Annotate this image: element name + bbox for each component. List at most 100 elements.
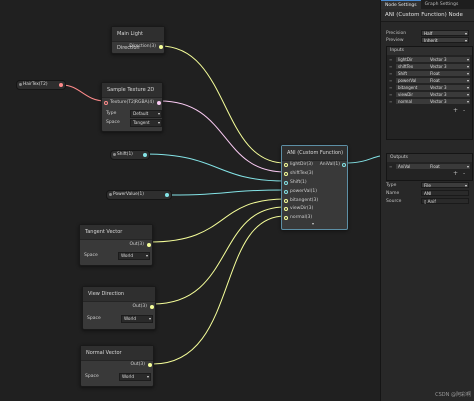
- hairtex-property-node[interactable]: HairTex(T2): [16, 80, 66, 90]
- input-type-dropdown[interactable]: Float ▾: [428, 78, 470, 83]
- precision-dropdown[interactable]: Half ▾: [421, 30, 469, 36]
- type-label: Type: [386, 183, 397, 188]
- output-port-label: Out(3): [129, 242, 144, 247]
- output-port[interactable]: [159, 45, 163, 49]
- input-port-texture[interactable]: [104, 101, 108, 105]
- output-port[interactable]: [147, 243, 151, 247]
- space-label: Space: [87, 316, 101, 321]
- output-port[interactable]: [165, 193, 169, 197]
- tangent-vector-node[interactable]: Tangent Vector Out(3) Space World ▾: [79, 224, 153, 266]
- remove-output-button[interactable]: -: [463, 170, 465, 177]
- input-type-value: Float: [430, 71, 440, 76]
- input-name-field[interactable]: powerVal: [396, 78, 428, 83]
- space-label: Space: [85, 374, 99, 379]
- wire-bitangent: [149, 198, 286, 243]
- view-direction-node[interactable]: View Direction Out(3) Space World ▾: [82, 286, 156, 330]
- graph-canvas[interactable]: Main Light Direction Direction(3) HairTe…: [0, 0, 380, 401]
- input-name-field[interactable]: lightDir: [396, 57, 428, 62]
- output-port-rgba[interactable]: [157, 101, 161, 105]
- node-title: Main Light Direction: [112, 27, 164, 51]
- list-item[interactable]: ≡ bitangent Vector 3 ▾: [387, 85, 472, 91]
- list-item[interactable]: ≡ shiftTex Vector 3 ▾: [387, 64, 472, 70]
- input-port-label: lightDir(3): [290, 162, 313, 167]
- space-dropdown[interactable]: World ▾: [119, 373, 151, 381]
- drag-handle-icon[interactable]: ≡: [389, 72, 392, 76]
- ani-custom-function-node[interactable]: ANI (Custom Function) lightDir(3) shiftT…: [281, 145, 348, 230]
- input-name-field[interactable]: viewDir: [396, 92, 428, 97]
- graph-inspector: Node Settings Graph Settings ANI (Custom…: [380, 0, 474, 401]
- input-port-shift[interactable]: [284, 181, 288, 185]
- input-port-bitangent[interactable]: [284, 199, 288, 203]
- output-port-label: Out(3): [130, 362, 145, 367]
- output-port-anival[interactable]: [342, 163, 346, 167]
- chevron-down-icon[interactable]: ▾: [312, 221, 314, 226]
- input-name-field[interactable]: Shift: [396, 71, 428, 76]
- sample-texture-2d-node[interactable]: Sample Texture 2D Texture(T2) RGBA(4) Ty…: [101, 82, 163, 132]
- space-dropdown[interactable]: World ▾: [118, 252, 150, 260]
- chevron-down-icon: ▾: [466, 99, 469, 104]
- type-dropdown[interactable]: Default ▾: [130, 110, 162, 118]
- output-name-field[interactable]: AniVal: [396, 164, 428, 169]
- property-dot: [113, 153, 116, 156]
- space-dropdown[interactable]: Tangent ▾: [130, 119, 162, 127]
- drag-handle-icon[interactable]: ≡: [389, 100, 392, 104]
- input-port-lightdir[interactable]: [284, 163, 288, 167]
- add-input-button[interactable]: +: [453, 107, 458, 114]
- input-type-value: Vector 3: [430, 99, 447, 104]
- output-port-label: Out(3): [132, 304, 147, 309]
- remove-input-button[interactable]: -: [463, 107, 465, 114]
- drag-handle-icon[interactable]: ≡: [389, 58, 392, 62]
- drag-handle-icon[interactable]: ≡: [389, 93, 392, 97]
- output-port[interactable]: [148, 363, 152, 367]
- input-type-dropdown[interactable]: Vector 3 ▾: [428, 92, 470, 97]
- input-port-powerval[interactable]: [284, 190, 288, 194]
- input-type-dropdown[interactable]: Vector 3 ▾: [428, 64, 470, 69]
- list-item[interactable]: ≡ viewDir Vector 3 ▾: [387, 92, 472, 98]
- input-port-shifttex[interactable]: [284, 172, 288, 176]
- input-type-value: Vector 3: [430, 64, 447, 69]
- input-name-field[interactable]: shiftTex: [396, 64, 428, 69]
- input-name-field[interactable]: bitangent: [396, 85, 428, 90]
- preview-dropdown[interactable]: Inherit ▾: [421, 37, 469, 43]
- name-field[interactable]: ANI: [421, 190, 469, 196]
- list-item[interactable]: ≡ lightDir Vector 3 ▾: [387, 57, 472, 63]
- property-label: PowerValue(1): [113, 192, 144, 197]
- normal-vector-node[interactable]: Normal Vector Out(3) Space World ▾: [80, 345, 154, 387]
- input-port-viewdir[interactable]: [284, 207, 288, 211]
- input-type-value: Vector 3: [430, 92, 447, 97]
- drag-handle-icon[interactable]: ≡: [389, 65, 392, 69]
- tab-node-settings[interactable]: Node Settings: [381, 0, 421, 9]
- tab-graph-settings[interactable]: Graph Settings: [421, 0, 463, 9]
- input-name-field[interactable]: normal: [396, 99, 428, 104]
- drag-handle-icon[interactable]: ≡: [389, 165, 392, 169]
- list-item[interactable]: ≡ powerVal Float ▾: [387, 78, 472, 84]
- output-port[interactable]: [143, 153, 147, 157]
- node-title: Normal Vector: [81, 346, 153, 361]
- output-port[interactable]: [150, 305, 154, 309]
- drag-handle-icon[interactable]: ≡: [389, 86, 392, 90]
- source-label: Source: [386, 199, 402, 204]
- type-dropdown[interactable]: File ▾: [421, 182, 469, 188]
- output-type-value: Float: [430, 164, 440, 169]
- shift-property-node[interactable]: Shift(1): [110, 150, 150, 160]
- list-item[interactable]: ≡ normal Vector 3 ▾: [387, 99, 472, 105]
- input-port-label: Shift(1): [290, 180, 307, 185]
- output-port-label: RGBA(4): [134, 100, 154, 105]
- output-port[interactable]: [59, 83, 63, 87]
- drag-handle-icon[interactable]: ≡: [389, 79, 392, 83]
- input-port-normal[interactable]: [284, 216, 288, 220]
- list-item[interactable]: ≡ Shift Float ▾: [387, 71, 472, 77]
- source-field[interactable]: ▯ Anif: [421, 198, 469, 204]
- powervalue-property-node[interactable]: PowerValue(1): [106, 190, 172, 200]
- input-type-dropdown[interactable]: Float ▾: [428, 71, 470, 76]
- chevron-down-icon: ▾: [157, 111, 160, 116]
- output-type-dropdown[interactable]: Float ▾: [428, 164, 470, 169]
- space-dropdown[interactable]: World ▾: [121, 315, 153, 323]
- add-output-button[interactable]: +: [453, 170, 458, 177]
- type-value: Default: [133, 111, 149, 116]
- main-light-direction-node[interactable]: Main Light Direction Direction(3): [111, 26, 165, 54]
- list-item[interactable]: ≡ AniVal Float ▾: [387, 164, 472, 170]
- input-type-dropdown[interactable]: Vector 3 ▾: [428, 57, 470, 62]
- input-type-dropdown[interactable]: Vector 3 ▾: [428, 85, 470, 90]
- input-type-dropdown[interactable]: Vector 3 ▾: [428, 99, 470, 104]
